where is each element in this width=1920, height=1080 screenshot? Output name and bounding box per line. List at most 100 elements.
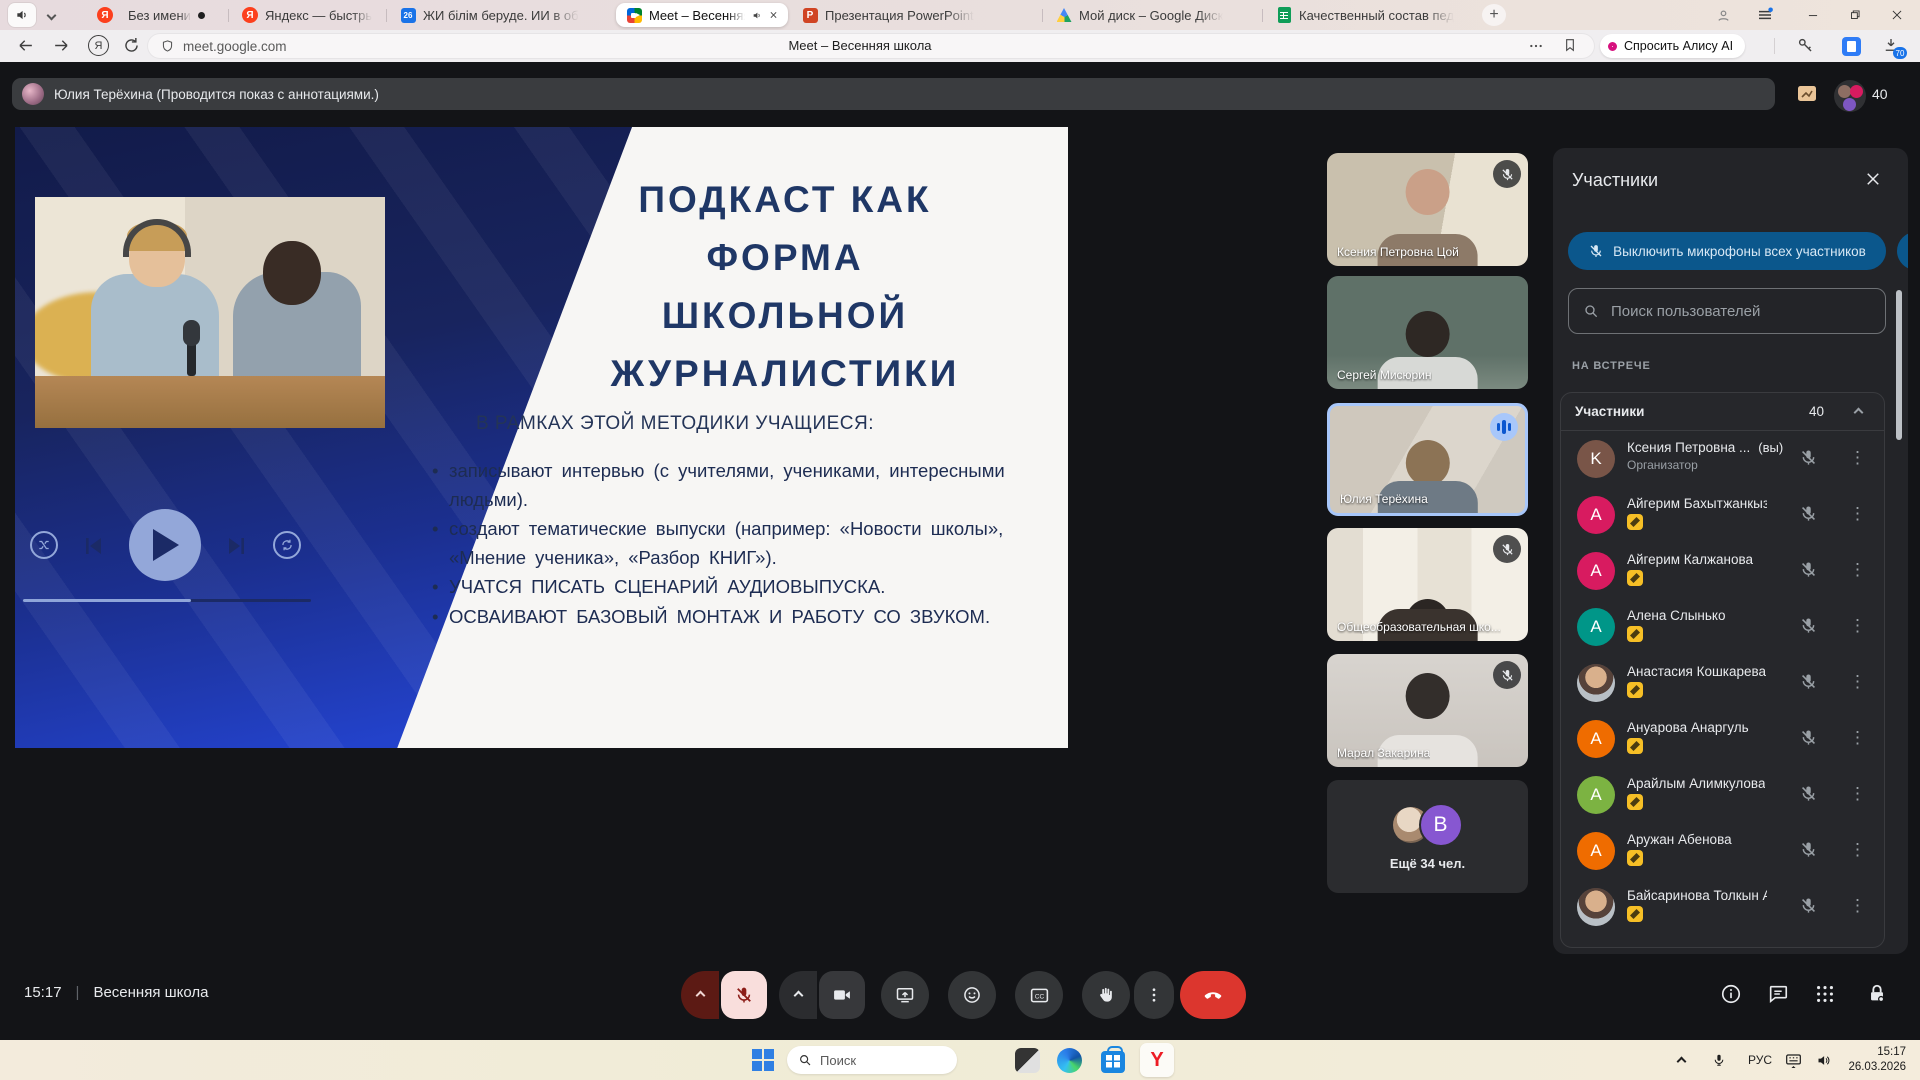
microphone-shape [187,342,196,376]
tray-expand-button[interactable] [1668,1047,1694,1073]
profile-button[interactable] [1706,0,1740,30]
companion-badge-icon [1627,626,1643,642]
participant-menu-button[interactable] [1849,671,1866,693]
participant-row: А Айгерим Бахытжанкызы [1561,487,1884,543]
tab-close-icon[interactable] [769,10,778,20]
whiteboard-icon [1794,82,1820,106]
browser-menu-button[interactable] [1748,0,1782,30]
chat-button[interactable] [1767,983,1789,1005]
back-button[interactable] [16,36,35,55]
annotation-board-button[interactable] [1794,82,1820,106]
svg-text:CC: CC [1034,993,1044,1000]
calendar-icon: 26 [401,8,416,23]
tray-touch-keyboard[interactable] [1780,1047,1806,1073]
panel-close-button[interactable] [1864,170,1882,188]
new-tab-button[interactable]: + [1482,4,1506,26]
tray-clock[interactable]: 15:17 26.03.2026 [1840,1045,1906,1075]
taskbar-app-edge[interactable] [1056,1047,1082,1073]
participant-row: А Арайлым Алимкулова [1561,767,1884,823]
participant-menu-button[interactable] [1849,783,1866,805]
tray-volume[interactable] [1810,1047,1836,1073]
video-tile[interactable]: Ксения Петровна Цой [1327,153,1528,266]
secondary-action-button[interactable] [1897,232,1908,270]
taskbar-search-input[interactable] [820,1053,930,1068]
collapse-button[interactable] [1855,403,1862,421]
app-icon [1015,1048,1040,1073]
avatar-photo [1577,888,1615,926]
tab-yandex-search[interactable]: Я Яндекс — быстрый поиск [232,3,382,27]
edge-icon [1057,1048,1082,1073]
camera-options-button[interactable] [779,971,817,1019]
speaker-icon [1816,1053,1831,1068]
tab-powerpoint[interactable]: P Презентация PowerPoint [792,3,1040,27]
camera-toggle-button[interactable] [819,971,865,1019]
tab-meet-active[interactable]: Meet – Весенняя шк [616,3,788,27]
restore-icon [1848,8,1862,22]
arrow-right-icon [52,36,71,55]
mic-options-button[interactable] [681,971,719,1019]
participant-menu-button[interactable] [1849,503,1866,525]
participant-name: Ануарова Анаргуль [1627,720,1749,735]
tab-sheets[interactable]: Качественный состав пед [1266,3,1472,27]
url-more-button[interactable] [1528,40,1544,52]
captions-button[interactable]: CC [1015,971,1063,1019]
slide-bullet: записывают интервью (с учителями, ученик… [430,457,1022,514]
participant-menu-button[interactable] [1849,615,1866,637]
companion-badge-icon [1627,514,1643,530]
taskbar-app-dark[interactable] [1014,1047,1040,1073]
participant-menu-button[interactable] [1849,447,1866,469]
chat-icon [1767,983,1789,1005]
mini-avatar [1843,98,1856,111]
reactions-button[interactable] [948,971,996,1019]
window-minimize-button[interactable] [1796,0,1830,30]
host-controls-button[interactable] [1866,983,1888,1005]
mute-all-button[interactable]: Выключить микрофоны всех участников [1568,232,1886,270]
search-input[interactable] [1611,303,1871,320]
participant-menu-button[interactable] [1849,727,1866,749]
tab-calendar[interactable]: 26 ЖИ білім беруде. ИИ в об [390,3,612,27]
participants-cluster-button[interactable] [1834,80,1866,112]
participant-search[interactable] [1568,288,1886,334]
window-restore-button[interactable] [1838,0,1872,30]
ask-alice-button[interactable]: Спросить Алису AI [1600,34,1745,58]
tab-sound-button[interactable] [8,3,36,27]
yandex-home-button[interactable]: Я [88,35,109,56]
chevron-down-icon [46,10,56,20]
extension-icon[interactable] [1842,37,1861,56]
participant-menu-button[interactable] [1849,895,1866,917]
video-tile-speaking[interactable]: Юлия Терёхина [1327,403,1528,516]
participant-menu-button[interactable] [1849,559,1866,581]
ellipsis-icon [1528,40,1544,52]
present-button[interactable] [881,971,929,1019]
video-tile[interactable]: Общеобразовательная шко... [1327,528,1528,641]
tray-language[interactable]: РУС [1748,1053,1772,1067]
video-tile[interactable]: Марал Закарина [1327,654,1528,767]
pinned-yandex-tab[interactable]: Я [92,3,118,27]
window-close-button[interactable] [1880,0,1914,30]
avatar: K [1577,440,1615,478]
password-manager-button[interactable] [1796,36,1815,55]
tab-list-dropdown[interactable] [40,3,62,27]
video-tile[interactable]: Сергей Мисюрин [1327,276,1528,389]
forward-button[interactable] [52,36,71,55]
panel-scrollbar[interactable] [1896,290,1902,440]
end-call-button[interactable] [1180,971,1246,1019]
mic-off-indicator [1493,535,1521,563]
raise-hand-button[interactable] [1082,971,1130,1019]
activities-button[interactable] [1814,983,1836,1005]
more-options-button[interactable] [1134,971,1174,1019]
meeting-details-button[interactable] [1720,983,1742,1005]
bookmark-button[interactable] [1562,37,1578,53]
taskbar-app-store[interactable] [1100,1047,1126,1073]
taskbar-search[interactable] [787,1046,957,1074]
tab-untitled[interactable]: Без имени [118,3,224,27]
refresh-button[interactable] [122,36,141,55]
tray-mic-indicator[interactable] [1706,1047,1732,1073]
participant-menu-button[interactable] [1849,839,1866,861]
mic-toggle-button[interactable] [721,971,767,1019]
participant-name: Анастасия Кошкарева [1627,664,1766,679]
taskbar-app-yandex-active[interactable]: Y [1140,1043,1174,1077]
more-participants-tile[interactable]: B Ещё 34 чел. [1327,780,1528,893]
tab-drive[interactable]: Мой диск – Google Диск [1046,3,1258,27]
start-button[interactable] [750,1047,776,1073]
